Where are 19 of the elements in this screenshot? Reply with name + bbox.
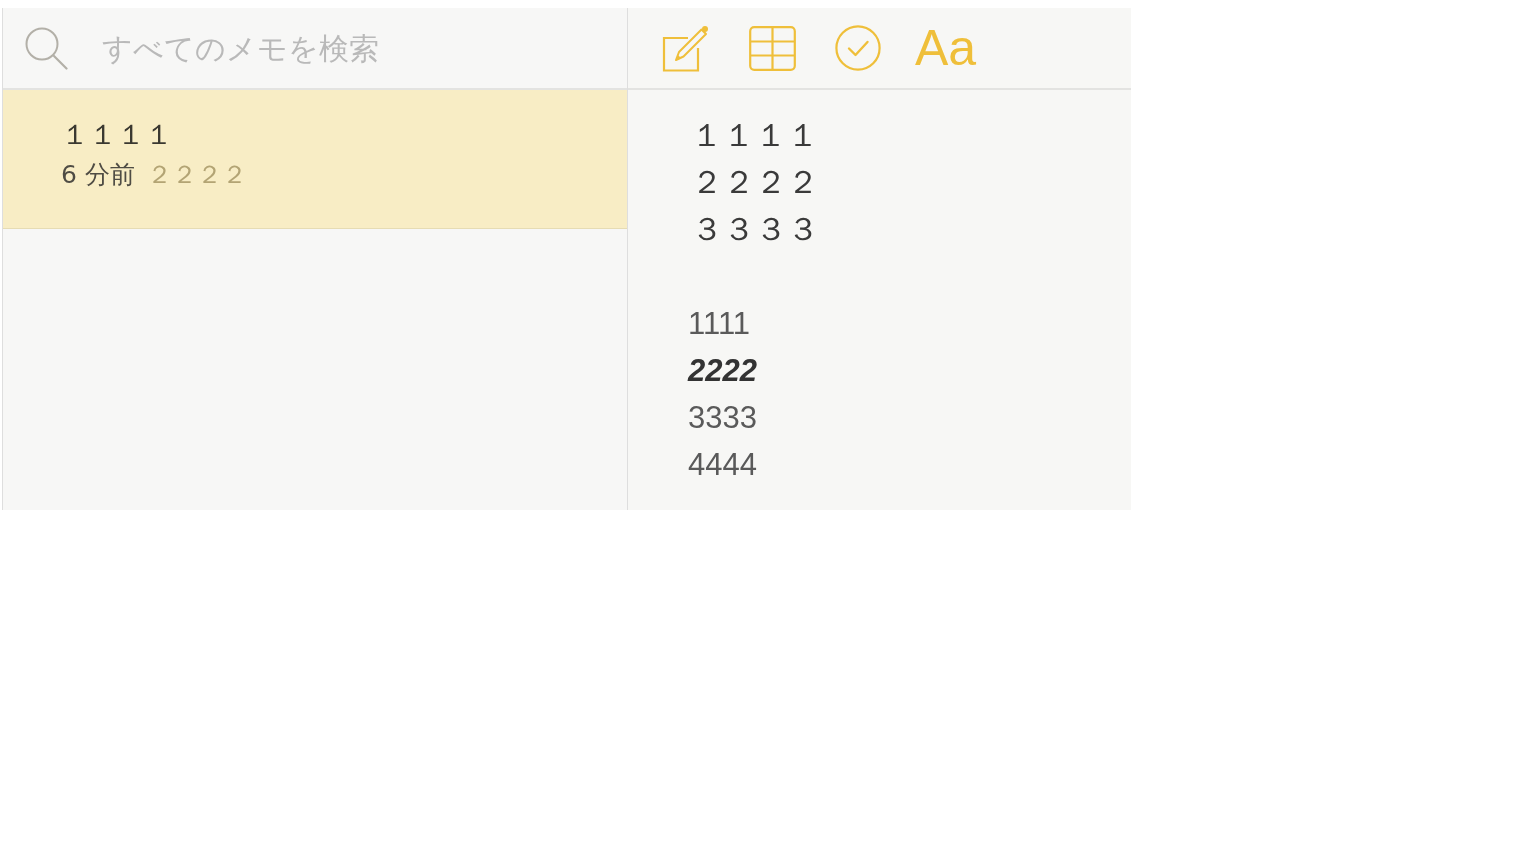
note-line: ３３３３ (690, 209, 819, 250)
new-note-button[interactable] (662, 24, 710, 72)
note-preview: ２２２２ (146, 159, 247, 191)
table-icon (749, 25, 796, 71)
note-line: 4444 (688, 446, 757, 484)
checklist-icon (835, 25, 881, 71)
note-list-item[interactable]: １１１１ 6 分前 ２２２２ (3, 90, 627, 229)
checklist-button[interactable] (835, 25, 881, 71)
search-field[interactable]: すべてのメモを検索 (102, 23, 602, 73)
note-line: １１１１ (690, 115, 819, 156)
note-line: ２２２２ (690, 162, 819, 203)
table-button[interactable] (749, 25, 796, 71)
note-line: 2222 (688, 352, 757, 390)
search-icon (25, 26, 68, 70)
note-line: 3333 (688, 399, 757, 437)
note-title: １１１１ (61, 117, 173, 153)
note-time: 6 分前 (61, 159, 135, 191)
compose-icon (662, 24, 710, 72)
note-line: 1111 (688, 305, 751, 343)
